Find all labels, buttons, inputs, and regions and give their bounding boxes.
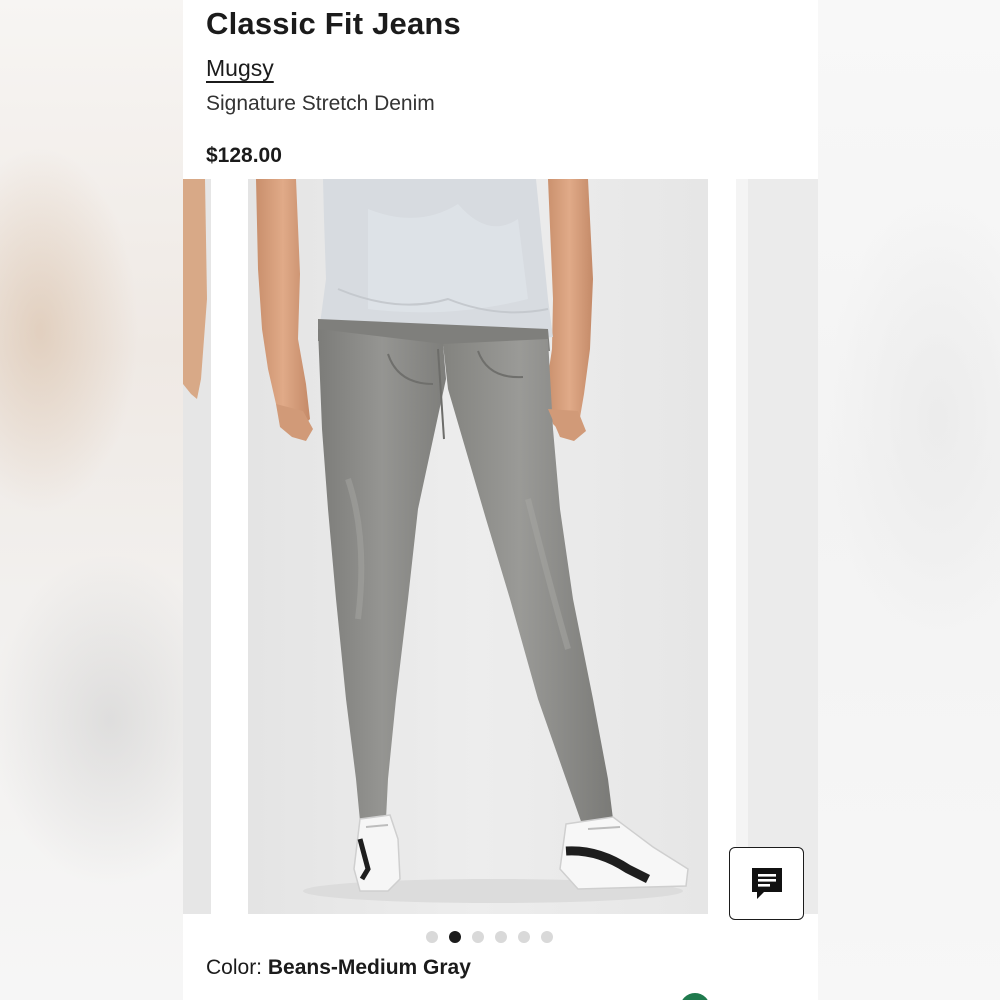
chat-bubble-icon [751,867,782,899]
product-page: Classic Fit Jeans Mugsy Signature Stretc… [183,0,818,1000]
blurred-background-left [0,0,183,1000]
color-selection: Color: Beans-Medium Gray [206,956,471,980]
carousel-dot[interactable] [426,931,438,943]
next-slide-image [736,179,818,914]
carousel-slide-previous[interactable] [183,179,211,914]
carousel-slide-next[interactable] [736,179,818,914]
brand-link[interactable]: Mugsy [206,55,274,82]
carousel-dot[interactable] [495,931,507,943]
color-value: Beans-Medium Gray [267,956,471,979]
carousel-gutter-left [211,179,248,914]
carousel-gutter-right [708,179,736,914]
carousel-dot[interactable] [472,931,484,943]
product-price: $128.00 [206,144,282,167]
product-title: Classic Fit Jeans [206,6,461,41]
carousel-dot[interactable] [518,931,530,943]
color-label: Color: [206,956,268,979]
chat-button[interactable] [729,847,804,920]
product-image [248,179,708,914]
carousel-slide-current[interactable] [248,179,708,914]
product-subtitle: Signature Stretch Denim [206,92,435,115]
blurred-background-right [818,0,1000,1000]
carousel-pagination [426,931,553,943]
previous-slide-image [183,179,211,914]
color-swatch[interactable] [680,993,710,1000]
carousel-dot[interactable] [449,931,461,943]
carousel-dot[interactable] [541,931,553,943]
image-carousel[interactable] [183,179,818,914]
